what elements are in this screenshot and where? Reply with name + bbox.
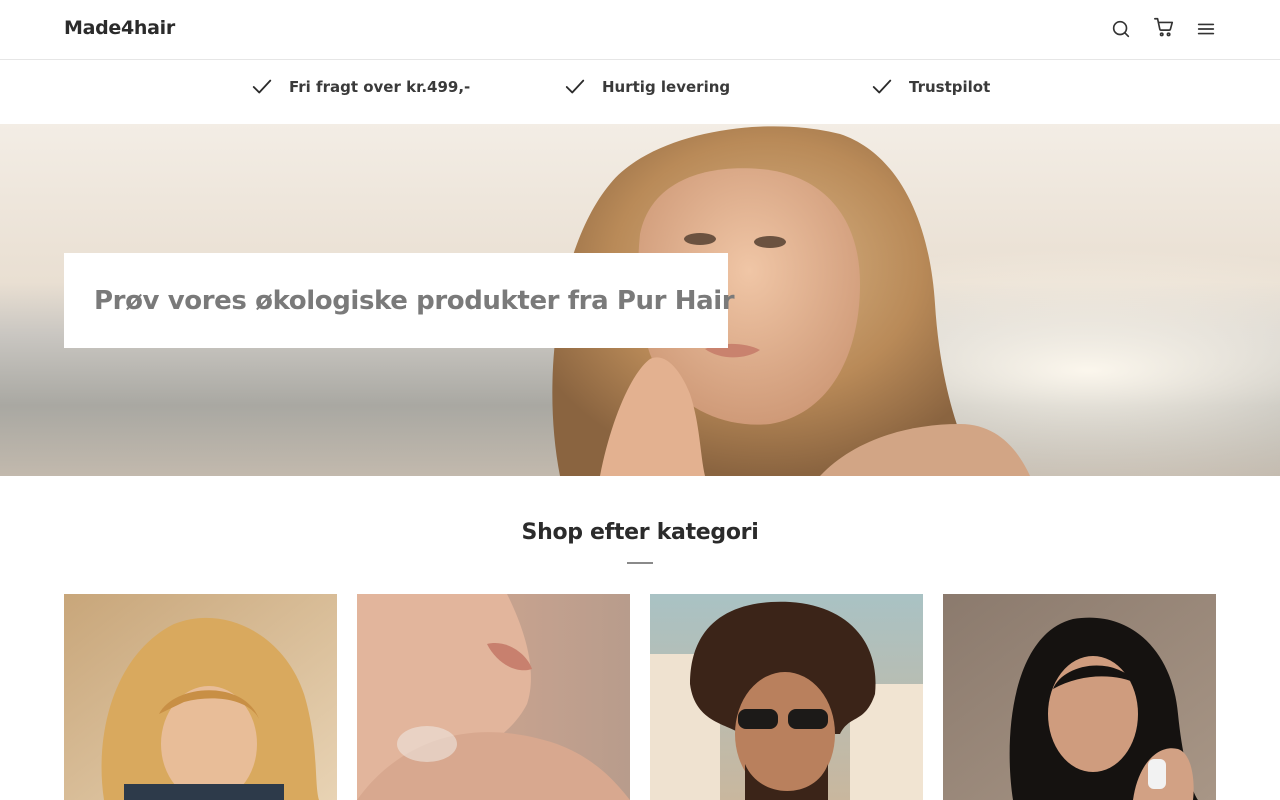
category-image — [650, 594, 923, 800]
category-card[interactable] — [357, 594, 630, 800]
category-image — [943, 594, 1216, 800]
cart-button[interactable] — [1151, 14, 1177, 40]
category-image — [357, 594, 630, 800]
section-title: Shop efter kategori — [521, 520, 759, 545]
menu-button[interactable] — [1193, 16, 1219, 42]
menu-icon — [1197, 23, 1215, 35]
hero-banner[interactable]: Prøv vores økologiske produkter fra Pur … — [0, 124, 1280, 476]
search-icon — [1112, 20, 1130, 38]
usp-label: Trustpilot — [909, 78, 991, 96]
site-logo[interactable]: Made4hair — [64, 17, 175, 39]
site-header: Made4hair — [0, 0, 1280, 60]
usp-item: Hurtig levering — [564, 76, 730, 98]
check-icon — [565, 79, 585, 94]
category-card[interactable] — [650, 594, 923, 800]
usp-label: Fri fragt over kr.499,- — [289, 78, 471, 96]
usp-bar: Fri fragt over kr.499,- Hurtig levering … — [0, 61, 1280, 124]
category-card[interactable] — [64, 594, 337, 800]
category-image — [64, 594, 337, 800]
usp-label: Hurtig levering — [602, 78, 731, 96]
hero-title: Prøv vores økologiske produkter fra Pur … — [94, 285, 735, 316]
check-icon — [252, 79, 272, 94]
category-card[interactable] — [943, 594, 1216, 800]
hero-caption-box: Prøv vores økologiske produkter fra Pur … — [64, 253, 735, 348]
search-button[interactable] — [1108, 16, 1134, 42]
title-divider — [627, 562, 653, 564]
check-icon — [872, 79, 892, 94]
usp-item: Fri fragt over kr.499,- — [251, 76, 470, 98]
cart-icon — [1154, 17, 1174, 37]
usp-item[interactable]: Trustpilot — [871, 76, 990, 98]
